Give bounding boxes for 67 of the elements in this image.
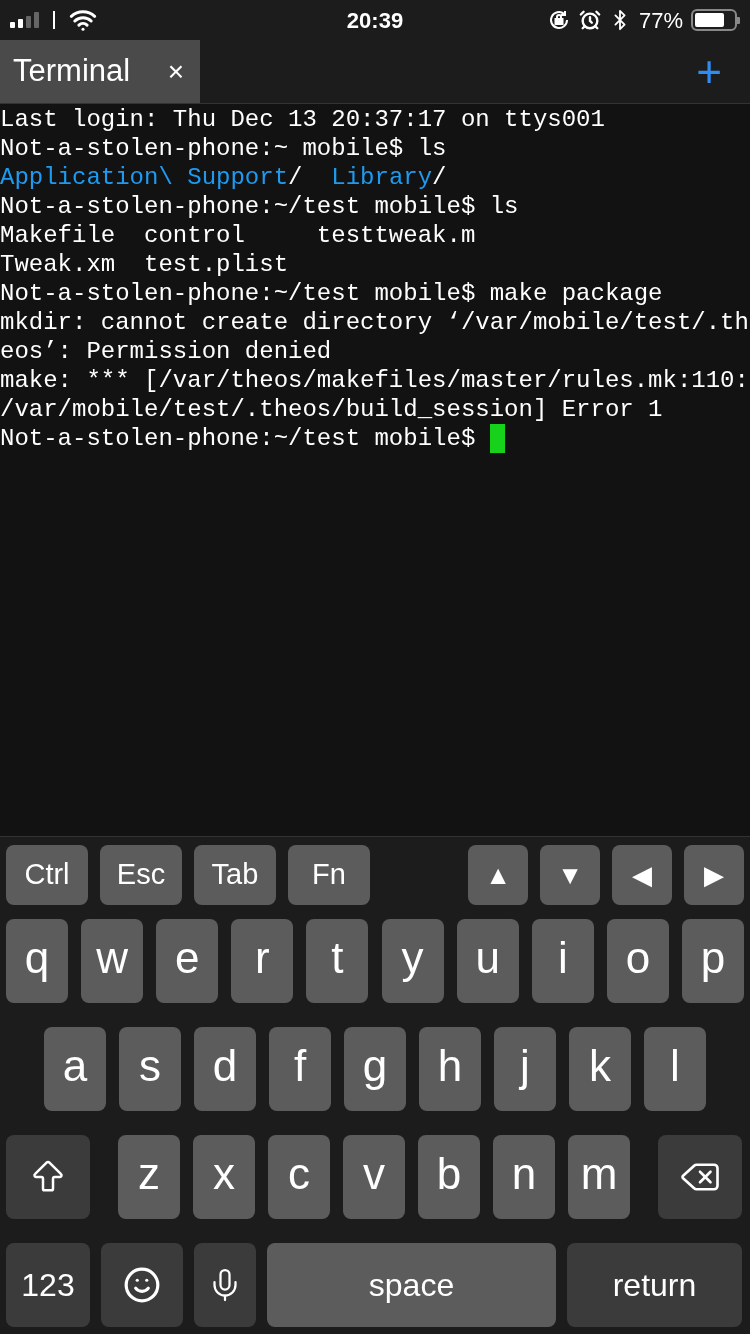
letter-key[interactable]: r [231, 919, 294, 1003]
letter-key[interactable]: d [194, 1027, 256, 1111]
letter-key[interactable]: b [418, 1135, 480, 1219]
accessory-key[interactable]: Tab [194, 845, 276, 905]
letter-key[interactable]: g [344, 1027, 406, 1111]
letter-key[interactable]: a [44, 1027, 106, 1111]
letter-key[interactable]: f [269, 1027, 331, 1111]
terminal-text: Not-a-stolen-phone:~ mobile$ ls [0, 135, 447, 162]
tab-title: Terminal [13, 52, 131, 91]
text-cursor [489, 424, 505, 453]
battery-percent: 77% [638, 6, 683, 35]
clock-time: 20:39 [346, 6, 404, 35]
terminal-text: / [432, 164, 447, 191]
alarm-icon [578, 9, 601, 31]
letter-key[interactable]: s [119, 1027, 181, 1111]
space-key[interactable]: space [267, 1243, 556, 1327]
letter-key[interactable]: q [6, 919, 68, 1003]
terminal-text: eos’: Permission denied [0, 338, 332, 365]
terminal-text: /var/mobile/test/.theos/build_session] Error 1 [0, 396, 663, 423]
terminal-text: mkdir: cannot create directory ‘/var/mobile/test/.th [0, 309, 749, 336]
shift-key[interactable] [6, 1135, 90, 1219]
close-tab-button[interactable]: × [167, 50, 184, 93]
letter-key[interactable]: l [644, 1027, 706, 1111]
terminal-text: make: *** [/var/theos/makefiles/master/rules.mk:110: [0, 367, 749, 394]
terminal-text: Makefile control testtweak.m [0, 222, 476, 249]
signal-icon [10, 12, 39, 28]
arrow-key[interactable]: ▶ [684, 845, 744, 905]
arrow-key[interactable]: ▲ [468, 845, 528, 905]
letter-key[interactable]: v [343, 1135, 405, 1219]
numbers-key[interactable]: 123 [6, 1243, 90, 1327]
arrow-key[interactable]: ▼ [540, 845, 600, 905]
letter-key[interactable]: e [156, 919, 219, 1003]
letter-key[interactable]: m [568, 1135, 630, 1219]
letter-key[interactable]: k [569, 1027, 631, 1111]
letter-key[interactable]: h [419, 1027, 481, 1111]
letter-key[interactable]: n [493, 1135, 555, 1219]
letter-key[interactable]: u [456, 919, 519, 1003]
terminal-text: Tweak.xm test.plist [0, 251, 289, 278]
letter-key[interactable]: t [306, 919, 369, 1003]
letter-key[interactable]: i [531, 919, 594, 1003]
letter-key[interactable]: o [606, 919, 669, 1003]
terminal-tab[interactable]: Terminal × [0, 40, 200, 103]
letter-key[interactable]: c [268, 1135, 330, 1219]
emoji-key[interactable] [101, 1243, 183, 1327]
terminal-text: Not-a-stolen-phone:~/test mobile$ make package [0, 280, 663, 307]
accessory-key[interactable]: Ctrl [6, 845, 88, 905]
letter-key[interactable]: x [193, 1135, 255, 1219]
backspace-key[interactable] [658, 1135, 742, 1219]
return-key[interactable]: return [567, 1243, 742, 1327]
terminal-text: Not-a-stolen-phone:~/test mobile$ ls [0, 193, 519, 220]
letter-key[interactable]: z [118, 1135, 180, 1219]
smiley-icon [123, 1266, 161, 1304]
directory-name: Library [331, 164, 433, 191]
letter-key[interactable]: w [81, 919, 144, 1003]
accessory-key[interactable]: Fn [288, 845, 370, 905]
letter-key[interactable]: y [381, 919, 444, 1003]
terminal-text: / [288, 164, 304, 191]
directory-name: Application\ Support [0, 164, 289, 191]
accessory-key[interactable]: Esc [100, 845, 182, 905]
dictation-key[interactable] [194, 1243, 256, 1327]
new-tab-button[interactable]: + [696, 49, 722, 94]
letter-key[interactable]: p [682, 919, 744, 1003]
battery-icon [691, 9, 740, 31]
arrow-key[interactable]: ◀ [612, 845, 672, 905]
terminal-text: Not-a-stolen-phone:~/test mobile$ [0, 425, 477, 452]
letter-key[interactable]: j [494, 1027, 556, 1111]
terminal-text: Last login: Thu Dec 13 20:37:17 on ttys001 [0, 106, 605, 133]
